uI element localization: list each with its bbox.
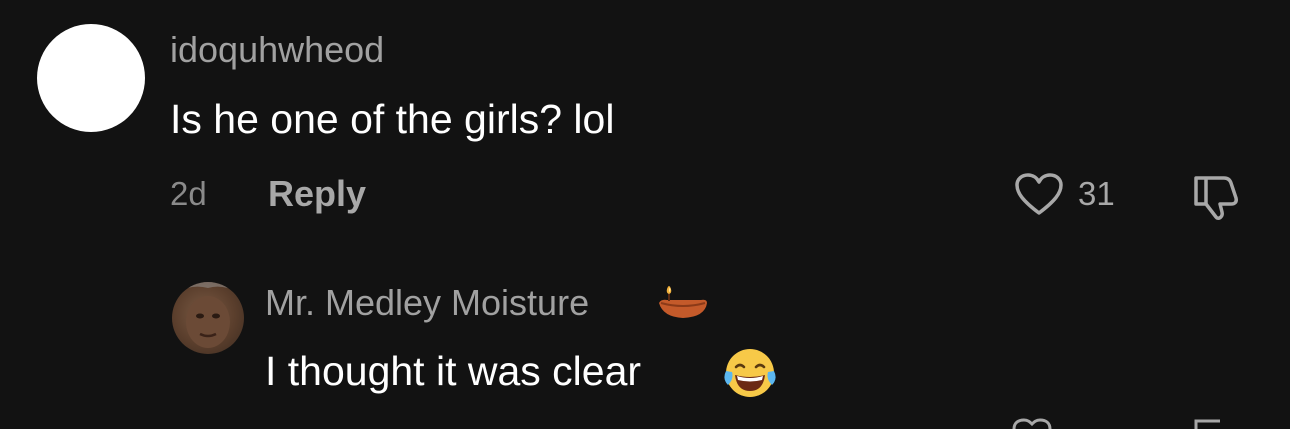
reply-button[interactable]: Reply <box>268 172 366 216</box>
laughing-crying-emoji <box>724 349 776 397</box>
next-comment-actions-partial <box>1012 418 1220 429</box>
like-count: 31 <box>1078 175 1115 212</box>
heart-outline-icon[interactable] <box>1013 171 1065 217</box>
reply-avatar[interactable] <box>172 282 244 354</box>
diya-lamp-emoji <box>659 286 707 318</box>
commenter-username[interactable]: idoquhwheod <box>170 28 384 72</box>
reply-text: I thought it was clear <box>265 348 642 394</box>
comment-timestamp: 2d <box>170 175 207 212</box>
reply-username[interactable]: Mr. Medley Moisture <box>265 281 589 325</box>
commenter-avatar[interactable] <box>37 24 145 132</box>
thumbs-down-icon[interactable] <box>1190 170 1242 222</box>
comment-text: Is he one of the girls? lol <box>170 96 615 142</box>
